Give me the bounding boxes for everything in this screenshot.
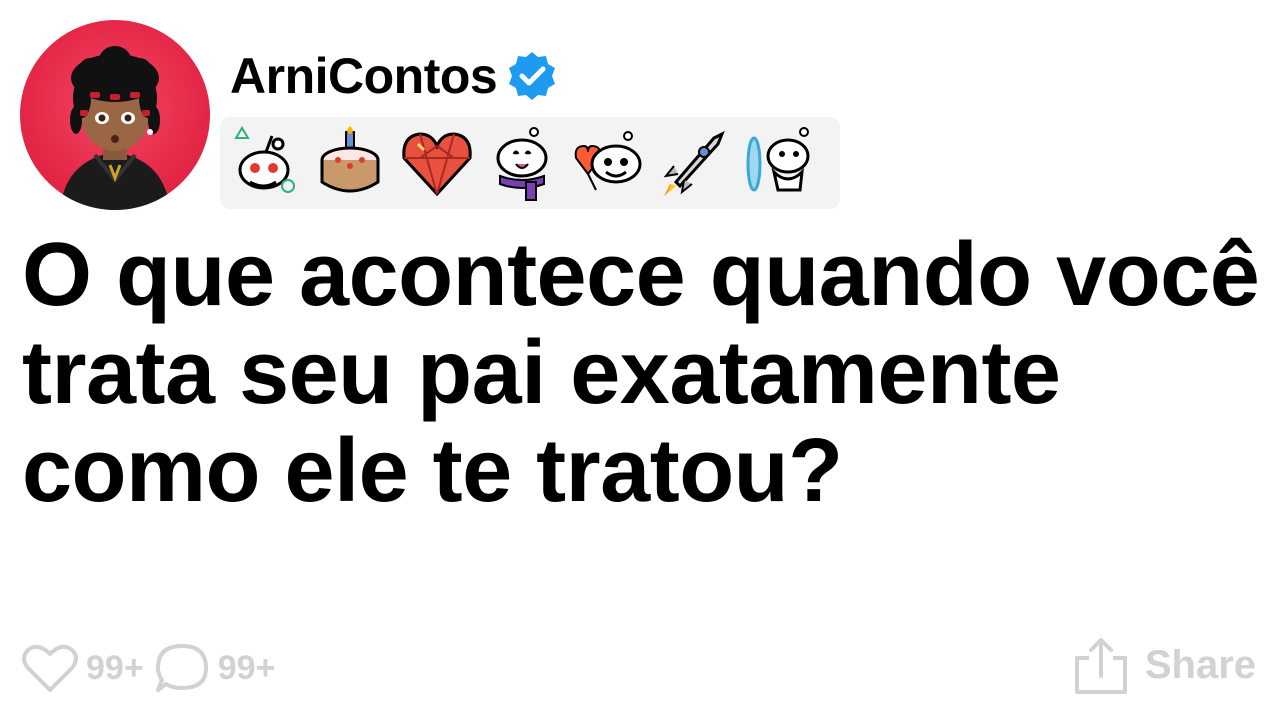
snoo-portal-icon (746, 127, 810, 192)
share-button[interactable]: Share (1071, 634, 1256, 696)
avatar[interactable] (20, 20, 210, 210)
heart-icon[interactable] (20, 640, 80, 696)
avatar-illustration (60, 46, 170, 210)
cake-day-icon (320, 126, 380, 193)
likes-count: 99+ (86, 648, 144, 687)
author-name[interactable]: ArniContos (230, 44, 498, 108)
snoo-heart-balloon-icon (574, 131, 642, 191)
share-label: Share (1144, 642, 1256, 687)
gem-heart-icon (402, 132, 472, 197)
snoo-scarf-icon (496, 127, 548, 201)
comment-icon[interactable] (152, 640, 212, 696)
post-stats: 99+ 99+ (20, 640, 283, 696)
reddit-snoo-playstation-icon (234, 126, 295, 193)
comments-count: 99+ (217, 648, 276, 687)
awards-bar (220, 117, 840, 209)
share-icon (1074, 638, 1127, 694)
rocket-icon (663, 130, 725, 196)
post-title: O que acontece quando você trata seu pai… (22, 225, 1260, 521)
author-row: ArniContos (230, 44, 559, 108)
verified-badge-icon (509, 52, 556, 100)
